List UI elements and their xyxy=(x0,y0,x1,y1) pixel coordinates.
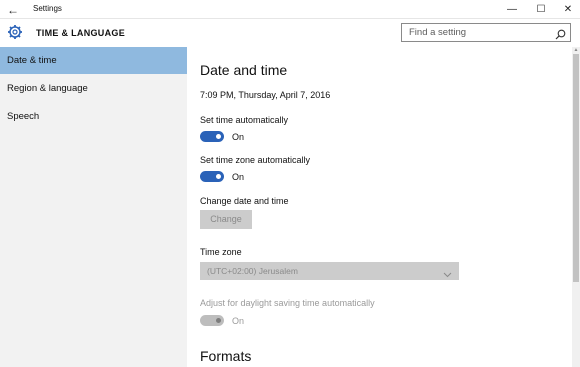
close-button[interactable]: ✕ xyxy=(553,0,580,19)
daylight-state: On xyxy=(232,316,245,326)
search-input[interactable]: Find a setting xyxy=(401,23,571,42)
toggle-knob xyxy=(216,318,221,323)
set-time-auto-label: Set time automatically xyxy=(200,115,289,125)
formats-title: Formats xyxy=(200,348,252,364)
change-button[interactable]: Change xyxy=(200,210,252,229)
maximize-button[interactable]: ☐ xyxy=(526,0,556,19)
time-zone-value: (UTC+02:00) Jerusalem xyxy=(207,266,298,276)
window-title: Settings xyxy=(33,4,62,13)
search-placeholder: Find a setting xyxy=(409,27,467,38)
set-time-auto-state: On xyxy=(232,132,245,142)
title-bar: ← Settings — ☐ ✕ xyxy=(0,0,580,19)
scroll-thumb[interactable] xyxy=(573,54,579,282)
minimize-button[interactable]: — xyxy=(497,0,527,19)
change-datetime-label: Change date and time xyxy=(200,196,289,206)
toggle-knob xyxy=(216,134,221,139)
time-zone-label: Time zone xyxy=(200,247,242,257)
gear-icon xyxy=(7,24,23,40)
current-datetime: 7:09 PM, Thursday, April 7, 2016 xyxy=(200,90,331,100)
scroll-up-icon[interactable]: ▲ xyxy=(572,47,580,53)
close-icon: ✕ xyxy=(563,4,573,15)
daylight-label: Adjust for daylight saving time automati… xyxy=(200,298,375,308)
set-timezone-auto-state: On xyxy=(232,172,245,182)
back-arrow-icon: ← xyxy=(7,2,19,17)
scrollbar[interactable]: ▲ xyxy=(572,47,580,367)
sidebar-item-date-time[interactable]: Date & time xyxy=(0,47,187,74)
time-zone-select[interactable]: (UTC+02:00) Jerusalem xyxy=(200,262,459,280)
maximize-icon: ☐ xyxy=(536,4,546,15)
set-timezone-auto-toggle[interactable] xyxy=(200,171,224,182)
section-title: Date and time xyxy=(200,62,288,78)
page-title: TIME & LANGUAGE xyxy=(36,28,125,38)
daylight-toggle[interactable] xyxy=(200,315,224,326)
set-timezone-auto-label: Set time zone automatically xyxy=(200,155,311,165)
toggle-knob xyxy=(216,174,221,179)
chevron-down-icon xyxy=(443,266,452,278)
search-icon[interactable] xyxy=(555,27,566,40)
sidebar: Date & time Region & language Speech xyxy=(0,47,187,367)
minimize-icon: — xyxy=(507,4,517,15)
sidebar-item-speech[interactable]: Speech xyxy=(0,103,187,130)
set-time-auto-toggle[interactable] xyxy=(200,131,224,142)
back-button[interactable]: ← xyxy=(4,1,22,18)
sidebar-item-region-language[interactable]: Region & language xyxy=(0,75,187,102)
